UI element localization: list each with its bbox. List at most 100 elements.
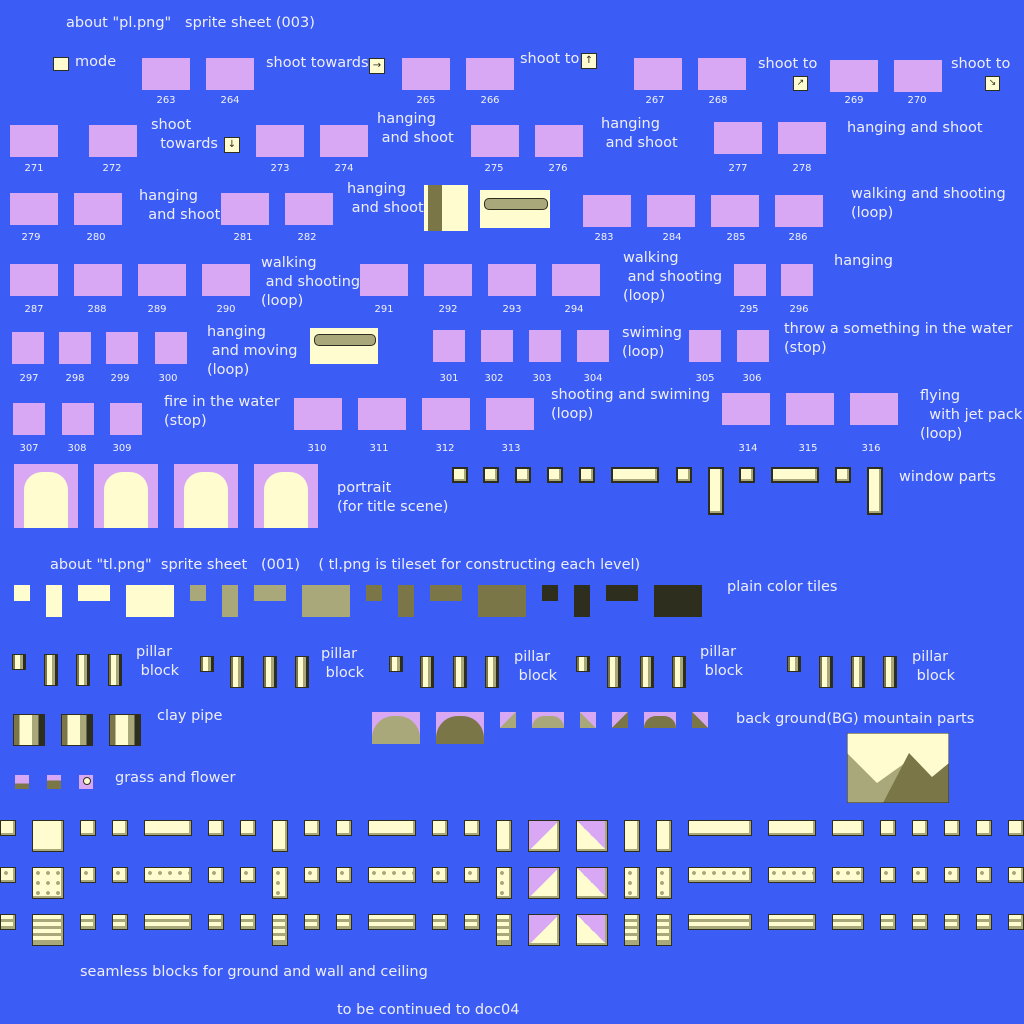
seamless-block: [688, 867, 752, 883]
seamless-slope: [576, 914, 608, 946]
frame-number: 307: [19, 443, 39, 454]
label-hanging-and-shoot-4: hanging and shoot: [139, 188, 221, 223]
frame-number: 266: [480, 95, 500, 106]
sprite-frame: [711, 195, 759, 227]
seamless-block: [496, 867, 512, 899]
frame-number: 295: [739, 304, 759, 315]
pillar-block: [485, 656, 499, 688]
frame-number: 300: [158, 373, 178, 384]
label-plain-color-tiles: plain color tiles: [727, 579, 838, 595]
seamless-block: [880, 914, 896, 930]
label-hanging-and-shoot-1: hanging and shoot: [377, 111, 454, 146]
window-part: [579, 467, 595, 483]
sprite-frame: [577, 330, 609, 362]
mountain-part: [580, 712, 596, 728]
seamless-block: [976, 867, 992, 883]
frame-number: 263: [156, 95, 176, 106]
plain-tile: [14, 585, 30, 601]
hanging-shoot-sprite: [424, 185, 468, 231]
seamless-block: [624, 867, 640, 899]
frame-number: 306: [742, 373, 762, 384]
sprite-frame: [74, 264, 122, 296]
seamless-block: [272, 820, 288, 852]
pillar-block: [389, 656, 403, 672]
pillar-block: [295, 656, 309, 688]
seamless-block: [624, 914, 640, 946]
frame-number: 271: [24, 163, 44, 174]
plain-tile: [398, 585, 414, 617]
arrow-right-icon: →: [369, 58, 385, 74]
pillar-block: [883, 656, 897, 688]
frame-number: 316: [861, 443, 881, 454]
frame-number: 278: [792, 163, 812, 174]
pillar-block: [576, 656, 590, 672]
pl-sheet-heading: about "pl.png" sprite sheet (003): [66, 15, 315, 31]
pillar-block: [672, 656, 686, 688]
frame-number: 309: [112, 443, 132, 454]
frame-number: 264: [220, 95, 240, 106]
window-part: [452, 467, 468, 483]
pillar-block: [851, 656, 865, 688]
label-hanging-and-shoot-3: hanging and shoot: [847, 120, 983, 136]
frame-number: 292: [438, 304, 458, 315]
label-hanging-and-shoot-5: hanging and shoot: [347, 181, 424, 216]
pillar-block: [230, 656, 244, 688]
frame-number: 282: [297, 232, 317, 243]
sprite-frame: [488, 264, 536, 296]
seamless-block: [880, 820, 896, 836]
frame-number: 280: [86, 232, 106, 243]
pillar-block: [263, 656, 277, 688]
sprite-frame: [830, 60, 878, 92]
frame-number: 304: [583, 373, 603, 384]
label-shooting-and-swiming: shooting and swiming (loop): [551, 387, 711, 422]
seamless-block: [1008, 867, 1024, 883]
window-part: [771, 467, 819, 483]
label-flying: flying with jet pack (loop): [920, 388, 1023, 442]
frame-number: 281: [233, 232, 253, 243]
label-pillar-4: pillar block: [700, 644, 744, 679]
label-window-parts: window parts: [899, 469, 996, 485]
hanging-shoot-wide-sprite: [480, 190, 550, 228]
seamless-block: [656, 820, 672, 852]
seamless-block: [144, 867, 192, 883]
arrow-up-icon: ↑: [581, 53, 597, 69]
plain-tile: [222, 585, 238, 617]
sprite-frame: [486, 398, 534, 430]
seamless-block: [976, 914, 992, 930]
frame-number: 302: [484, 373, 504, 384]
label-shoot-towards: shoot towards: [266, 55, 369, 71]
window-part: [676, 467, 692, 483]
sprite-frame: [850, 393, 898, 425]
seamless-block: [112, 914, 128, 930]
seamless-block: [368, 820, 416, 836]
seamless-block: [144, 820, 192, 836]
sprite-frame: [647, 195, 695, 227]
label-throw-something: throw a something in the water (stop): [784, 321, 1013, 356]
window-part: [835, 467, 851, 483]
frame-number: 279: [21, 232, 41, 243]
mountain-part: [436, 712, 484, 744]
frame-number: 310: [307, 443, 327, 454]
flower-tile: [79, 775, 93, 789]
sprite-frame: [320, 125, 368, 157]
arrow-diagonal-icon: ↘: [985, 76, 1000, 91]
window-part: [611, 467, 659, 483]
sprite-frame: [138, 264, 186, 296]
frame-number: 286: [788, 232, 808, 243]
pillar-block: [76, 654, 90, 686]
mountain-part: [612, 712, 628, 728]
seamless-slope: [576, 867, 608, 899]
sprite-frame: [106, 332, 138, 364]
sprite-frame: [202, 264, 250, 296]
frame-number: 301: [439, 373, 459, 384]
seamless-block: [0, 914, 16, 930]
label-shoot-to-1: shoot to: [758, 56, 818, 72]
window-part: [483, 467, 499, 483]
seamless-block: [432, 914, 448, 930]
plain-tile: [126, 585, 174, 617]
hanging-moving-sprite: [310, 328, 378, 364]
seamless-block: [240, 914, 256, 930]
frame-number: 298: [65, 373, 85, 384]
seamless-block: [912, 867, 928, 883]
seamless-block: [144, 914, 192, 930]
